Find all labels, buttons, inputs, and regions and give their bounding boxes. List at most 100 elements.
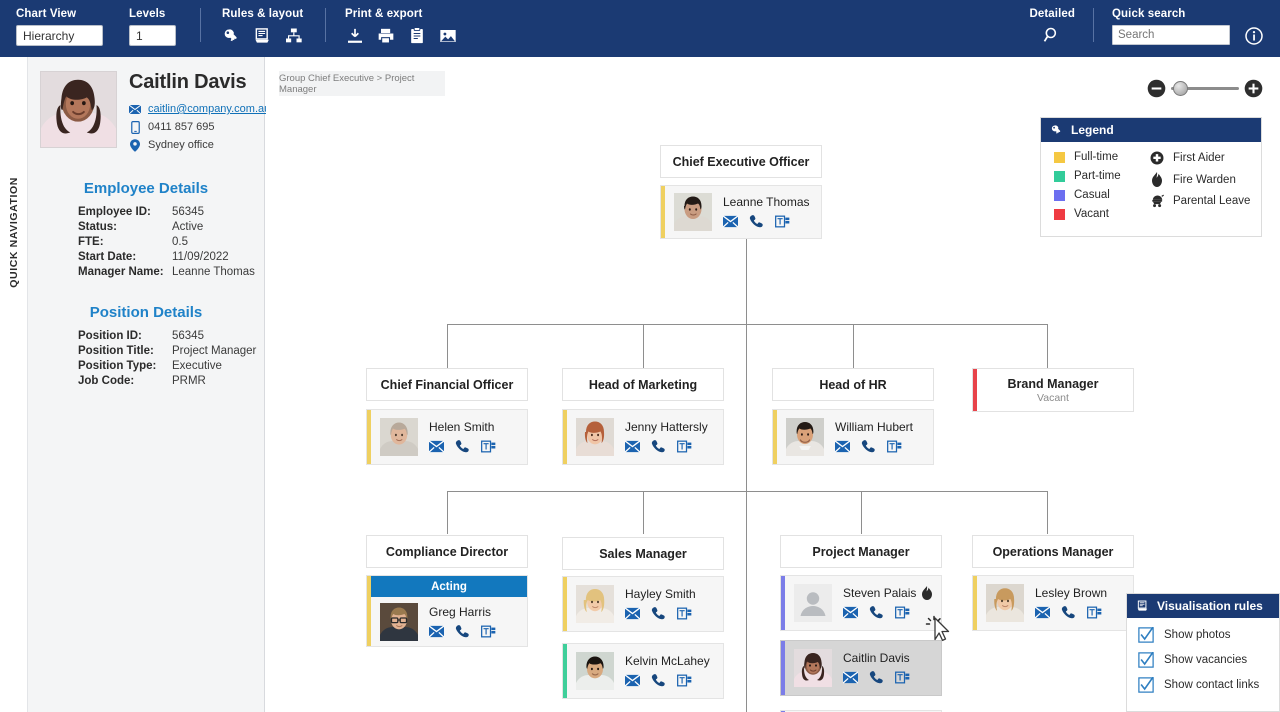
teams-icon[interactable] bbox=[677, 673, 692, 688]
teams-icon[interactable] bbox=[887, 439, 902, 454]
zoom-out-icon[interactable] bbox=[1147, 79, 1166, 98]
location-value: Sydney office bbox=[148, 139, 214, 151]
email-icon[interactable] bbox=[835, 439, 850, 454]
chart-view-select[interactable]: Hierarchy bbox=[16, 25, 103, 46]
print-icon[interactable] bbox=[376, 26, 396, 46]
person-card[interactable]: Kelvin McLahey bbox=[562, 643, 724, 699]
avatar bbox=[380, 602, 418, 641]
legend-label: Part-time bbox=[1074, 170, 1121, 182]
person-card[interactable]: Lesley Brown bbox=[972, 575, 1134, 631]
person-card[interactable]: Helen Smith bbox=[366, 409, 528, 465]
connector bbox=[447, 324, 1047, 325]
person-card-selected[interactable]: Caitlin Davis bbox=[780, 640, 942, 696]
node-title-operations[interactable]: Operations Manager bbox=[972, 535, 1134, 568]
connector bbox=[643, 491, 644, 534]
rule-show-contact-links[interactable]: Show contact links bbox=[1138, 677, 1279, 693]
person-card[interactable]: Acting Greg Harris bbox=[366, 575, 528, 647]
phone-icon[interactable] bbox=[651, 606, 666, 621]
node-title-project-manager[interactable]: Project Manager bbox=[780, 535, 942, 568]
email-icon[interactable] bbox=[723, 214, 738, 229]
download-icon[interactable] bbox=[345, 26, 365, 46]
email-icon[interactable] bbox=[843, 605, 858, 620]
image-icon[interactable] bbox=[438, 26, 458, 46]
levels-select[interactable]: 1 bbox=[129, 25, 176, 46]
connector bbox=[861, 491, 862, 534]
checkbox-checked-icon[interactable] bbox=[1138, 627, 1154, 643]
detail-row: Position Type: Executive bbox=[78, 360, 264, 372]
teams-icon[interactable] bbox=[1087, 605, 1102, 620]
clipboard-icon[interactable] bbox=[407, 26, 427, 46]
employment-accent bbox=[973, 576, 977, 630]
legend-header: Legend bbox=[1041, 118, 1261, 142]
email-icon[interactable] bbox=[625, 606, 640, 621]
quick-navigation-rail[interactable]: QUICK NAVIGATION bbox=[0, 57, 27, 712]
contact-links bbox=[843, 605, 933, 620]
rule-show-vacancies[interactable]: Show vacancies bbox=[1138, 652, 1279, 668]
node-title-brand-manager[interactable]: Brand Manager Vacant bbox=[972, 368, 1134, 412]
key-icon[interactable] bbox=[222, 26, 242, 46]
legend-item: Fire Warden bbox=[1150, 172, 1250, 187]
checkbox-checked-icon[interactable] bbox=[1138, 652, 1154, 668]
orgchart-icon[interactable] bbox=[284, 26, 304, 46]
avatar bbox=[576, 652, 614, 690]
toolbar-group-detailed: Detailed bbox=[1029, 0, 1075, 47]
node-title-compliance[interactable]: Compliance Director bbox=[366, 535, 528, 568]
detail-row: FTE: 0.5 bbox=[78, 236, 264, 248]
legend-item: First Aider bbox=[1150, 151, 1250, 165]
person-card[interactable]: Hayley Smith bbox=[562, 576, 724, 632]
zoom-in-icon[interactable] bbox=[1244, 79, 1263, 98]
email-icon[interactable] bbox=[625, 439, 640, 454]
teams-icon[interactable] bbox=[677, 439, 692, 454]
person-name: Leanne Thomas bbox=[723, 195, 810, 209]
phone-icon[interactable] bbox=[869, 670, 884, 685]
phone-icon[interactable] bbox=[869, 605, 884, 620]
teams-icon[interactable] bbox=[895, 670, 910, 685]
phone-icon[interactable] bbox=[455, 439, 470, 454]
contact-links bbox=[723, 214, 810, 229]
email-icon[interactable] bbox=[1035, 605, 1050, 620]
person-card[interactable]: Jenny Hattersly bbox=[562, 409, 724, 465]
person-card[interactable]: William Hubert bbox=[772, 409, 934, 465]
phone-icon[interactable] bbox=[651, 673, 666, 688]
avatar bbox=[794, 584, 832, 622]
employment-accent bbox=[367, 410, 371, 464]
phone-icon[interactable] bbox=[1061, 605, 1076, 620]
teams-icon[interactable] bbox=[677, 606, 692, 621]
node-title-ceo[interactable]: Chief Executive Officer bbox=[660, 145, 822, 178]
node-title-cfo[interactable]: Chief Financial Officer bbox=[366, 368, 528, 401]
rules-header: Visualisation rules bbox=[1127, 594, 1279, 618]
contact-links bbox=[625, 673, 710, 688]
teams-icon[interactable] bbox=[775, 214, 790, 229]
email-icon[interactable] bbox=[625, 673, 640, 688]
person-card[interactable]: Steven Palais bbox=[780, 575, 942, 631]
search-input[interactable] bbox=[1112, 25, 1230, 45]
fire-warden-icon bbox=[1150, 172, 1164, 187]
toolbar-group-chart-view: Chart View Hierarchy bbox=[16, 0, 103, 46]
magnifier-icon[interactable] bbox=[1042, 25, 1062, 45]
breadcrumb[interactable]: Group Chief Executive > Project Manager bbox=[279, 71, 445, 96]
rule-show-photos[interactable]: Show photos bbox=[1138, 627, 1279, 643]
person-card[interactable]: Leanne Thomas bbox=[660, 185, 822, 239]
legend-panel: Legend Full-time Part-time Casual Vacant… bbox=[1040, 117, 1262, 237]
phone-icon[interactable] bbox=[749, 214, 764, 229]
phone-icon[interactable] bbox=[651, 439, 666, 454]
node-title-hr[interactable]: Head of HR bbox=[772, 368, 934, 401]
teams-icon[interactable] bbox=[895, 605, 910, 620]
teams-icon[interactable] bbox=[481, 439, 496, 454]
node-title-marketing[interactable]: Head of Marketing bbox=[562, 368, 724, 401]
email-icon[interactable] bbox=[429, 624, 444, 639]
rules-icon[interactable] bbox=[253, 26, 273, 46]
node-title-sales[interactable]: Sales Manager bbox=[562, 537, 724, 570]
checkbox-checked-icon[interactable] bbox=[1138, 677, 1154, 693]
phone-icon[interactable] bbox=[861, 439, 876, 454]
info-icon[interactable] bbox=[1244, 26, 1264, 46]
email-icon[interactable] bbox=[429, 439, 444, 454]
zoom-slider-thumb[interactable] bbox=[1173, 81, 1188, 96]
teams-icon[interactable] bbox=[481, 624, 496, 639]
org-chart-canvas[interactable]: Group Chief Executive > Project Manager … bbox=[266, 57, 1280, 712]
toolbar-group-print-export: Print & export bbox=[345, 0, 458, 47]
email-icon[interactable] bbox=[843, 670, 858, 685]
email-link[interactable]: caitlin@company.com.au bbox=[148, 103, 270, 115]
zoom-slider[interactable] bbox=[1171, 81, 1239, 96]
phone-icon[interactable] bbox=[455, 624, 470, 639]
